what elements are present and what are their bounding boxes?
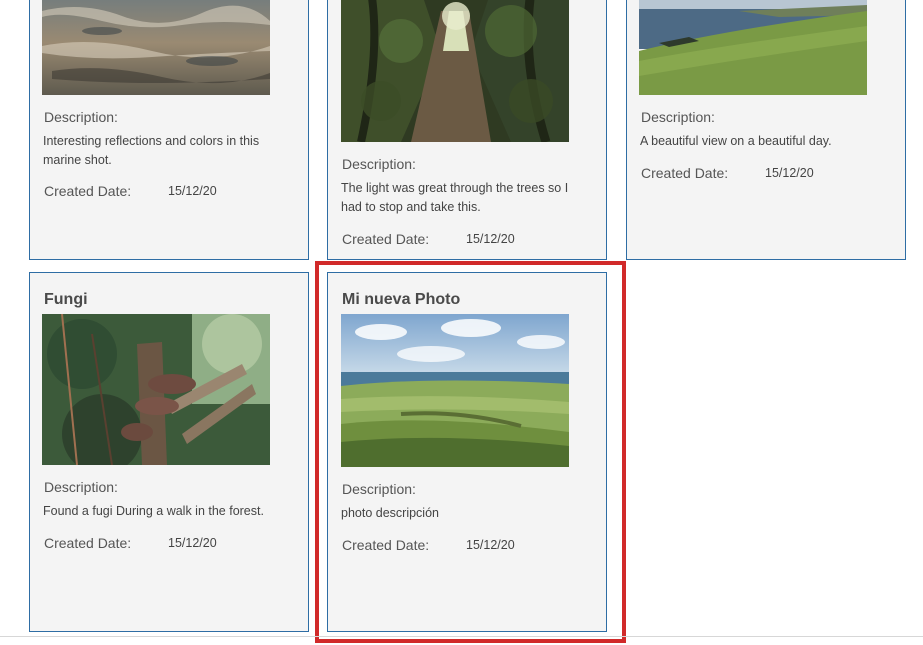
photo-card[interactable]: Description: Interesting reflections and… <box>29 0 309 260</box>
photo-card[interactable]: Fungi Description: Found a fugi During a… <box>29 272 309 632</box>
created-date-row: Created Date: 15/12/20 <box>641 165 814 181</box>
description-text: The light was great through the trees so… <box>341 181 569 214</box>
created-date-value: 15/12/20 <box>168 536 217 550</box>
description-label: Description: <box>44 479 118 495</box>
description-text: Found a fugi During a walk in the forest… <box>43 504 264 518</box>
created-date-row: Created Date: 15/12/20 <box>44 183 217 199</box>
created-date-label: Created Date: <box>44 535 132 551</box>
description-text: A beautiful view on a beautiful day. <box>640 134 832 148</box>
divider <box>0 636 923 637</box>
created-date-value: 15/12/20 <box>765 166 814 180</box>
description-text: Interesting reflections and colors in th… <box>43 134 260 167</box>
description-label: Description: <box>342 156 416 172</box>
created-date-label: Created Date: <box>44 183 132 199</box>
photo-thumbnail[interactable] <box>42 0 270 95</box>
photo-thumbnail[interactable] <box>42 314 270 465</box>
created-date-row: Created Date: 15/12/20 <box>342 231 515 247</box>
card-title: Fungi <box>44 291 88 308</box>
created-date-row: Created Date: 15/12/20 <box>44 535 217 551</box>
created-date-label: Created Date: <box>641 165 729 181</box>
photo-thumbnail[interactable] <box>639 0 867 95</box>
description-label: Description: <box>44 109 118 125</box>
selection-highlight <box>315 261 626 643</box>
photo-card[interactable]: Description: A beautiful view on a beaut… <box>626 0 906 260</box>
created-date-value: 15/12/20 <box>466 232 515 246</box>
photo-thumbnail[interactable] <box>341 0 569 142</box>
created-date-label: Created Date: <box>342 231 430 247</box>
description-label: Description: <box>641 109 715 125</box>
created-date-value: 15/12/20 <box>168 184 217 198</box>
photo-card[interactable]: Description: The light was great through… <box>327 0 607 260</box>
